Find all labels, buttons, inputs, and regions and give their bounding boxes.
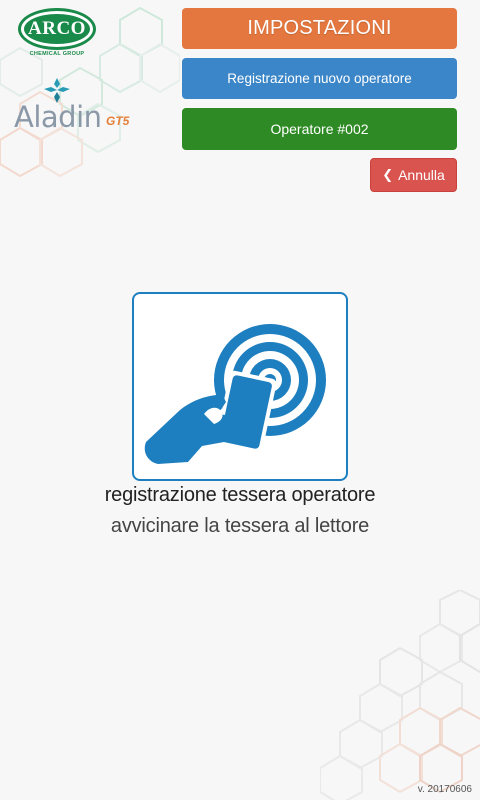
cancel-button-label: Annulla (398, 167, 445, 183)
nfc-prompt-subtitle: avvicinare la tessera al lettore (110, 515, 370, 537)
nfc-card-tap-icon (144, 323, 326, 464)
arco-logo-oval: ARCO (18, 8, 96, 50)
aladin-logo-word: Aladin (14, 100, 102, 134)
arco-logo-word: ARCO (28, 18, 86, 39)
nfc-prompt-title: registrazione tessera operatore (104, 484, 376, 506)
settings-title-button[interactable]: IMPOSTAZIONI (182, 8, 457, 49)
cancel-button[interactable]: ❮ Annulla (370, 158, 457, 192)
arco-logo: ARCO CHEMICAL GROUP (16, 6, 98, 60)
operator-number-button[interactable]: Operatore #002 (182, 108, 457, 150)
aladin-logo-model: GT5 (106, 114, 130, 128)
nfc-reader-panel (132, 292, 348, 481)
aladin-logo: Aladin GT5 (14, 76, 134, 134)
hexagon-pattern-bottom-right (320, 590, 480, 800)
chevron-left-icon: ❮ (382, 167, 394, 182)
arco-logo-subtitle: CHEMICAL GROUP (29, 51, 85, 57)
version-label: v. 20170606 (417, 784, 472, 795)
register-new-operator-button[interactable]: Registrazione nuovo operatore (182, 58, 457, 99)
